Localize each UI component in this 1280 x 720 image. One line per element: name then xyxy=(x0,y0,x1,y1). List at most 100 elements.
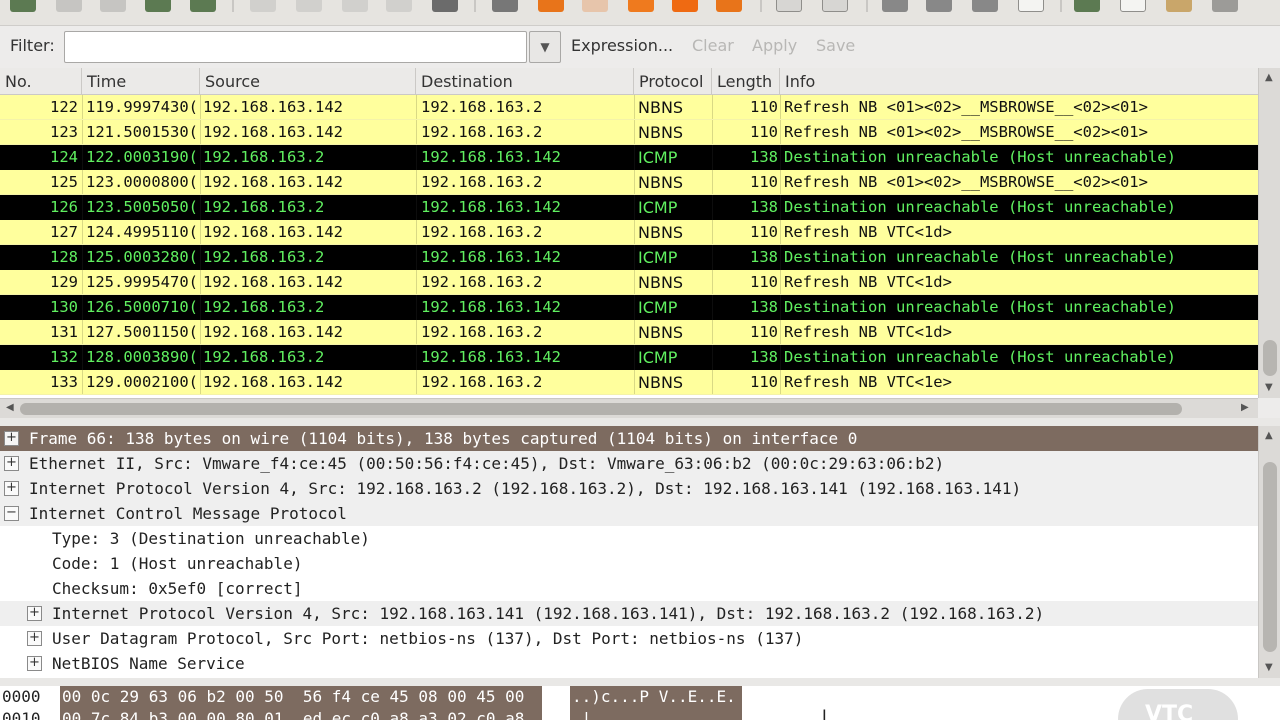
details-tree-item[interactable]: + Frame 66: 138 bytes on wire (1104 bits)… xyxy=(0,426,1258,451)
packet-list[interactable]: No. Time Source Destination Protocol Len… xyxy=(0,68,1258,398)
packet-row[interactable]: 125 123.0000800(192.168.163.142 192.168.16… xyxy=(0,170,1258,195)
column-header-time[interactable]: Time xyxy=(82,68,200,95)
capture-options-icon[interactable] xyxy=(56,0,82,12)
expand-icon[interactable]: + xyxy=(4,456,19,471)
packet-details-tree[interactable]: + Frame 66: 138 bytes on wire (1104 bits)… xyxy=(0,426,1258,678)
scroll-right-icon[interactable]: ▶ xyxy=(1241,402,1249,413)
packet-row[interactable]: 130 126.5000710(192.168.163.2 192.168.163.… xyxy=(0,295,1258,320)
expression-button[interactable]: Expression... xyxy=(571,36,673,55)
cell-length: 110 xyxy=(750,223,778,241)
packet-list-horizontal-scrollbar[interactable]: ◀ ▶ xyxy=(0,398,1258,418)
colorize-icon[interactable] xyxy=(776,0,802,12)
preferences-icon[interactable] xyxy=(1212,0,1238,12)
expand-icon[interactable]: + xyxy=(27,656,42,671)
details-tree-item[interactable]: Code: 1 (Host unreachable) xyxy=(0,551,1258,576)
filter-input[interactable] xyxy=(64,31,527,63)
packet-row[interactable]: 126 123.5005050(192.168.163.2 192.168.163.… xyxy=(0,195,1258,220)
details-tree-item[interactable]: + Ethernet II, Src: Vmware_f4:ce:45 (00:5… xyxy=(0,451,1258,476)
cell-time: 124.4995110( xyxy=(86,223,198,241)
details-tree-item[interactable]: − Internet Control Message Protocol xyxy=(0,501,1258,526)
scrollbar-thumb[interactable] xyxy=(1263,462,1277,652)
interface-list-icon[interactable] xyxy=(10,0,36,12)
expand-icon[interactable]: + xyxy=(27,631,42,646)
pane-splitter[interactable] xyxy=(0,418,1280,426)
packet-row[interactable]: 131 127.5001150(192.168.163.142 192.168.16… xyxy=(0,320,1258,345)
details-tree-item[interactable]: Type: 3 (Destination unreachable) xyxy=(0,526,1258,551)
packet-list-vertical-scrollbar[interactable]: ▲ ▼ xyxy=(1258,68,1280,398)
bytes-row[interactable]: 0010 00 7c 84 b3 00 00 80 01 ed ec c0 a8 … xyxy=(0,708,1280,720)
filter-dropdown-button[interactable]: ▼ xyxy=(529,31,561,63)
bytes-row[interactable]: 0000 00 0c 29 63 06 b2 00 50 56 f4 ce 45 … xyxy=(0,686,1280,708)
clear-button[interactable]: Clear xyxy=(692,36,734,55)
expand-icon[interactable]: + xyxy=(27,606,42,621)
scroll-down-icon[interactable]: ▼ xyxy=(1265,382,1273,393)
packet-row[interactable]: 127 124.4995110(192.168.163.142 192.168.16… xyxy=(0,220,1258,245)
go-last-icon[interactable] xyxy=(716,0,742,12)
cell-info: Refresh NB <01><02>__MSBROWSE__<02><01> xyxy=(784,123,1148,141)
resize-columns-icon[interactable] xyxy=(1018,0,1044,12)
packet-row[interactable]: 124 122.0003190(192.168.163.2 192.168.163.… xyxy=(0,145,1258,170)
bytes-ascii: ..)c...P V..E..E. xyxy=(570,686,742,708)
start-capture-icon[interactable] xyxy=(100,0,126,12)
packet-bytes-pane[interactable]: 0000 00 0c 29 63 06 b2 00 50 56 f4 ce 45 … xyxy=(0,686,1280,720)
save-button[interactable]: Save xyxy=(816,36,855,55)
expand-icon[interactable]: + xyxy=(4,431,19,446)
details-tree-item[interactable]: + Internet Protocol Version 4, Src: 192.1… xyxy=(0,601,1258,626)
packet-row[interactable]: 132 128.0003890(192.168.163.2 192.168.163.… xyxy=(0,345,1258,370)
stop-capture-icon[interactable] xyxy=(145,0,171,12)
scroll-up-icon[interactable]: ▲ xyxy=(1265,430,1273,441)
details-tree-item[interactable]: + NetBIOS Name Service xyxy=(0,651,1258,676)
open-file-icon[interactable] xyxy=(250,0,276,12)
column-header-length[interactable]: Length xyxy=(712,68,780,95)
reload-icon[interactable] xyxy=(386,0,412,12)
apply-button[interactable]: Apply xyxy=(752,36,797,55)
packet-row[interactable]: 122 119.9997430(192.168.163.142 192.168.16… xyxy=(0,95,1258,120)
scroll-left-icon[interactable]: ◀ xyxy=(6,402,14,413)
details-tree-item[interactable]: + Internet Protocol Version 4, Src: 192.1… xyxy=(0,476,1258,501)
scrollbar-thumb[interactable] xyxy=(1263,340,1277,376)
column-header-destination[interactable]: Destination xyxy=(416,68,634,95)
go-first-icon[interactable] xyxy=(672,0,698,12)
scroll-up-icon[interactable]: ▲ xyxy=(1265,72,1273,83)
details-vertical-scrollbar[interactable]: ▲ ▼ xyxy=(1258,426,1280,678)
column-header-no[interactable]: No. xyxy=(0,68,82,95)
auto-scroll-icon[interactable] xyxy=(822,0,848,12)
cell-destination: 192.168.163.142 xyxy=(421,198,561,216)
column-separator xyxy=(82,295,83,320)
go-forward-icon[interactable] xyxy=(582,0,608,12)
cell-info: Refresh NB VTC<1d> xyxy=(784,323,952,341)
column-separator xyxy=(416,220,417,244)
packet-row[interactable]: 123 121.5001530(192.168.163.142 192.168.16… xyxy=(0,120,1258,145)
capture-filters-icon[interactable] xyxy=(1074,0,1100,12)
expand-icon[interactable]: + xyxy=(4,481,19,496)
column-header-source[interactable]: Source xyxy=(200,68,416,95)
column-header-protocol[interactable]: Protocol xyxy=(634,68,712,95)
scrollbar-thumb[interactable] xyxy=(20,403,1182,415)
cell-destination: 192.168.163.2 xyxy=(421,173,543,191)
details-tree-item[interactable]: + User Datagram Protocol, Src Port: netbi… xyxy=(0,626,1258,651)
find-packet-icon[interactable] xyxy=(492,0,518,12)
chevron-down-icon: ▼ xyxy=(540,40,550,54)
save-file-icon[interactable] xyxy=(296,0,322,12)
display-filters-icon[interactable] xyxy=(1120,0,1146,12)
collapse-icon[interactable]: − xyxy=(4,506,19,521)
packet-row[interactable]: 133 129.0002100(192.168.163.142 192.168.16… xyxy=(0,370,1258,395)
go-to-packet-icon[interactable] xyxy=(628,0,654,12)
zoom-out-icon[interactable] xyxy=(926,0,952,12)
column-separator xyxy=(82,220,83,244)
details-tree-item[interactable]: Checksum: 0x5ef0 [correct] xyxy=(0,576,1258,601)
coloring-rules-icon[interactable] xyxy=(1166,0,1192,12)
zoom-in-icon[interactable] xyxy=(882,0,908,12)
column-separator xyxy=(634,220,635,244)
close-file-icon[interactable] xyxy=(342,0,368,12)
normal-size-icon[interactable] xyxy=(972,0,998,12)
pane-splitter[interactable] xyxy=(0,678,1280,686)
packet-row[interactable]: 129 125.9995470(192.168.163.142 192.168.16… xyxy=(0,270,1258,295)
restart-capture-icon[interactable] xyxy=(190,0,216,12)
packet-row[interactable]: 128 125.0003280(192.168.163.2 192.168.163.… xyxy=(0,245,1258,270)
column-header-info[interactable]: Info xyxy=(780,68,1258,95)
scroll-down-icon[interactable]: ▼ xyxy=(1265,662,1273,673)
go-back-icon[interactable] xyxy=(538,0,564,12)
cell-source: 192.168.163.142 xyxy=(203,323,343,341)
print-icon[interactable] xyxy=(432,0,458,12)
